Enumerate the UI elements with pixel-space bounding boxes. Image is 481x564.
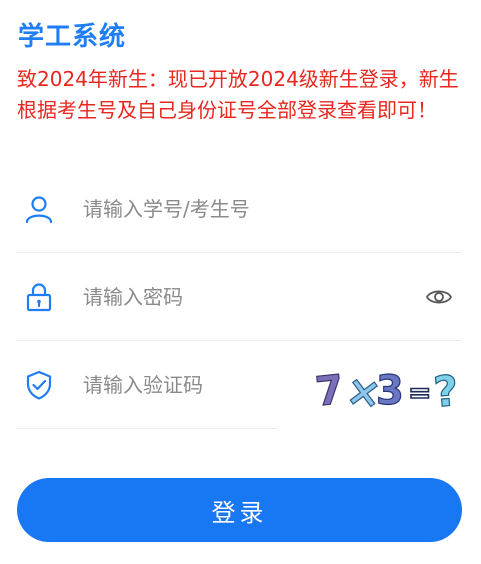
captcha-char-3: 3 [376, 368, 404, 414]
captcha-char-eq: = [408, 376, 431, 409]
eye-icon[interactable] [425, 283, 453, 311]
captcha-char-7: 7 [313, 367, 345, 416]
login-button[interactable]: 登录 [17, 478, 462, 542]
page-title: 学工系统 [18, 22, 127, 52]
shield-check-icon [26, 370, 52, 400]
username-field[interactable] [17, 165, 461, 253]
username-input[interactable] [83, 196, 403, 221]
captcha-field[interactable] [17, 341, 277, 429]
captcha-char-q: ? [432, 366, 461, 417]
lock-icon [26, 282, 52, 311]
password-input[interactable] [83, 284, 403, 309]
captcha-input[interactable] [83, 372, 263, 397]
password-field[interactable] [17, 253, 461, 341]
captcha-image[interactable]: 7 × 3 = ? [312, 354, 462, 418]
enrollment-notice: 致2024年新生：现已开放2024级新生登录，新生根据考生号及自己身份证号全部登… [17, 67, 459, 122]
user-icon [25, 195, 53, 223]
